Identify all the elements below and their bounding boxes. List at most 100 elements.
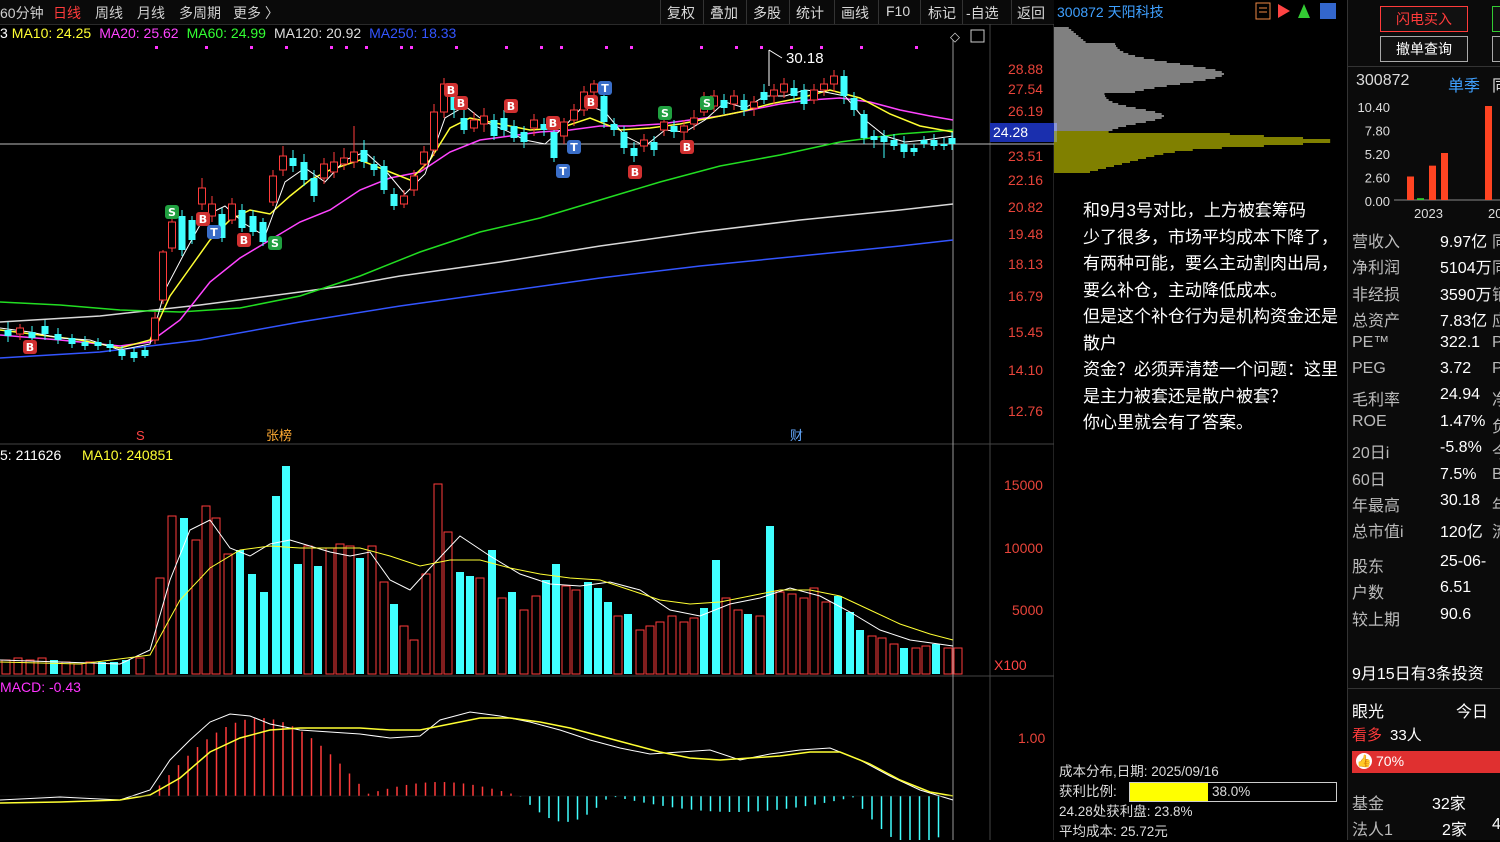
candle-body-up [350, 151, 358, 163]
cancel-order-query-button[interactable]: 撤单查询 [1380, 36, 1468, 62]
volume-bar-down [508, 592, 516, 674]
multi-stock-button[interactable]: 多股 [753, 3, 781, 23]
today-label[interactable]: 今日 [1456, 698, 1488, 722]
chart-toolbar: 60分钟 日线 周线 月线 多周期 更多 〉 复权 叠加 多股 统计 画线 F1… [0, 0, 1054, 25]
price-tick: 15.45 [1008, 324, 1044, 340]
candle-body-up [151, 317, 159, 341]
watchlist-button[interactable]: -自选 [966, 3, 999, 23]
volume-bar-down [584, 582, 592, 674]
stock-info-panel: 闪电买入 撤单查询 300872 单季 同 10.40 7.80 5.20 2.60 0… [1347, 0, 1500, 840]
candle-body-down [520, 132, 528, 142]
svg-text:B: B [587, 96, 595, 109]
volume-bar-up [775, 591, 785, 675]
price-tick: 14.10 [1008, 362, 1044, 378]
yoy-tab[interactable]: 同 [1492, 72, 1500, 96]
price-tick: 27.54 [1008, 81, 1044, 97]
tab-60min[interactable]: 60分钟 [0, 3, 44, 23]
f10-button[interactable]: F10 [886, 3, 910, 19]
volume-bar-down [236, 550, 244, 674]
svg-text:T: T [601, 82, 609, 95]
ma250-line [0, 239, 954, 359]
candle-body-down [790, 88, 798, 96]
price-tick: 28.88 [1008, 61, 1044, 77]
macd-tick: 1.00 [1018, 730, 1046, 746]
tab-more[interactable]: 更多 〉 [233, 3, 279, 23]
quarter-tab[interactable]: 单季 [1448, 72, 1480, 96]
flash-sell-button[interactable] [1492, 6, 1500, 32]
svg-text:B: B [549, 117, 557, 130]
volume-bar-down [314, 566, 322, 674]
candle-body-down [500, 118, 508, 130]
volume-bar-up [335, 543, 345, 675]
trade-signal-marker: S [268, 236, 282, 250]
info-row: 总资产7.83亿应 [1352, 313, 1500, 331]
tab-weekly[interactable]: 周线 [95, 3, 123, 23]
signal-dot [400, 46, 403, 49]
svg-text:B: B [240, 234, 248, 247]
candle-body-up [590, 83, 598, 93]
volume-bar-up [755, 615, 765, 675]
flash-buy-button[interactable]: 闪电买入 [1380, 6, 1468, 32]
volume-unit: X100 [994, 657, 1027, 673]
fund-count: 32家 [1432, 796, 1466, 813]
volume-bar-up [911, 647, 921, 675]
candle-body-down [840, 76, 848, 96]
volume-bar-up [85, 661, 95, 675]
restore-rights-button[interactable]: 复权 [667, 3, 695, 23]
stock-title[interactable]: 300872 天阳科技 [1057, 2, 1164, 22]
yanguang-label: 眼光 [1352, 704, 1385, 721]
tab-multi-period[interactable]: 多周期 [179, 3, 221, 23]
candle-body-up [330, 161, 338, 173]
signal-dot [345, 46, 348, 49]
mini-y-tick: 0.00 [1365, 194, 1390, 209]
volume-bar-down [390, 604, 398, 674]
candle-body-down [940, 144, 948, 146]
volume-bar-down [542, 580, 550, 674]
overlay-button[interactable]: 叠加 [710, 3, 738, 23]
tab-monthly[interactable]: 月线 [137, 3, 165, 23]
info-row: 毛利率24.94净 [1352, 386, 1500, 410]
candle-body-down [510, 126, 518, 138]
statistics-button[interactable]: 统计 [796, 3, 824, 23]
volume-bar-down [834, 596, 842, 674]
signal-dot [285, 46, 288, 49]
info-row: PE™ 322.1 P [1352, 333, 1500, 351]
volume-bar-down [856, 630, 864, 674]
price-tick: 19.48 [1008, 226, 1044, 242]
volume-bar-up [867, 635, 877, 675]
volume-bar-up [571, 589, 581, 675]
candle-body-down [310, 178, 318, 196]
trade-signal-marker: B [504, 99, 518, 113]
news-line[interactable]: 9月15日有3条投资 [1352, 660, 1484, 684]
candle-body-down [670, 126, 678, 132]
legal-extra: 4 [1492, 816, 1500, 833]
volume-bar-up [379, 581, 389, 675]
volume-bar-down [466, 576, 474, 674]
back-button[interactable]: 返回 [1017, 3, 1045, 23]
revenue-mini-chart: 10.40 7.80 5.20 2.60 0.00 2023 20 [1357, 100, 1500, 221]
candle-body-up [400, 195, 408, 205]
signal-dot [735, 46, 738, 49]
news-icon [1255, 2, 1271, 20]
kline-chart[interactable]: BSBTB SBB BBTTBTBSBS 30.18 ◇ S 张榜 财 5: 211… [0, 24, 1054, 840]
candle-body-down [948, 138, 956, 144]
volume-bar-up [135, 657, 145, 675]
volume-bar-up [345, 545, 355, 675]
tab-daily[interactable]: 日线 [53, 3, 81, 23]
candle-body-up [530, 119, 538, 129]
candle-body-up [269, 175, 277, 203]
candle-body-up [640, 139, 648, 147]
trade-signal-marker: B [680, 140, 694, 154]
volume-bar-up [223, 553, 233, 675]
trade-signal-marker: S [658, 106, 672, 120]
svg-text:B: B [447, 84, 455, 97]
trade-signal-marker: B [23, 340, 37, 354]
signal-dot [700, 46, 703, 49]
candle-body-down [130, 352, 138, 358]
mark-button[interactable]: 标记 [928, 3, 956, 23]
draw-line-button[interactable]: 画线 [841, 3, 869, 23]
candle-body-down [860, 114, 868, 138]
extra-button[interactable] [1492, 36, 1500, 62]
candle-body-down [249, 216, 257, 232]
toolbar-icons[interactable] [1254, 2, 1344, 22]
